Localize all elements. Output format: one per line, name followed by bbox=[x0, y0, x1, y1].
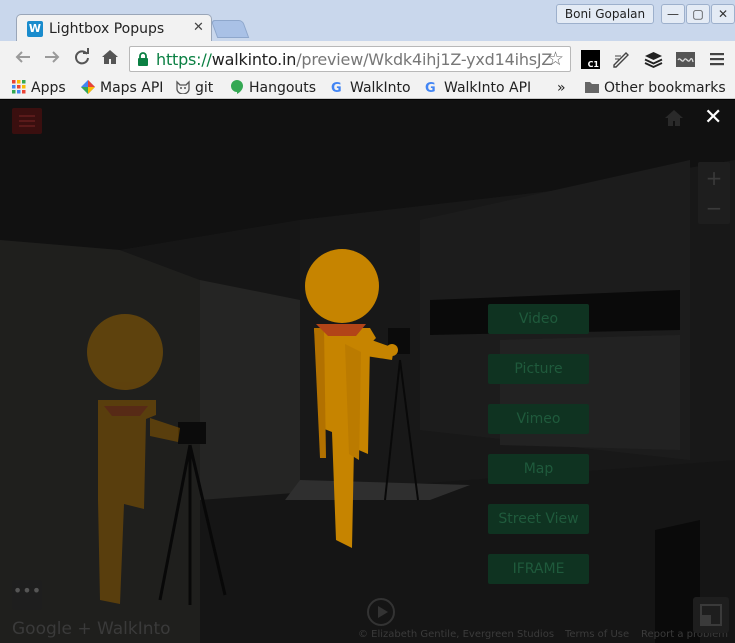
google-icon: G bbox=[331, 81, 342, 96]
fullscreen-icon[interactable] bbox=[693, 597, 729, 633]
bookmarks-bar: Apps Maps API git Hangouts G WalkInto G Wa… bbox=[0, 77, 735, 99]
zoom-in-button[interactable]: + bbox=[698, 166, 730, 190]
lock-icon bbox=[138, 52, 148, 66]
bookmark-hangouts[interactable]: Hangouts bbox=[230, 79, 316, 97]
extension-layers-icon[interactable] bbox=[644, 50, 663, 69]
picture-button[interactable]: Picture bbox=[488, 354, 589, 384]
back-icon[interactable] bbox=[12, 48, 34, 70]
browser-tab[interactable]: W Lightbox Popups ✕ bbox=[16, 14, 212, 42]
menu-icon[interactable] bbox=[709, 50, 725, 68]
google-icon: G bbox=[425, 81, 436, 96]
brand-logo: Google + WalkInto bbox=[12, 619, 171, 639]
lightbox-home-icon[interactable] bbox=[664, 109, 684, 127]
video-button[interactable]: Video bbox=[488, 304, 589, 334]
extension-pen-icon[interactable] bbox=[612, 50, 631, 69]
walkinto-favicon-icon: W bbox=[27, 21, 43, 37]
street-view-button[interactable]: Street View bbox=[488, 504, 589, 534]
bookmark-star-icon[interactable]: ☆ bbox=[547, 48, 564, 70]
bookmark-walkinto[interactable]: G WalkInto bbox=[331, 79, 411, 97]
play-icon[interactable] bbox=[367, 598, 395, 626]
github-cat-icon bbox=[176, 80, 190, 94]
window-close-button[interactable]: ✕ bbox=[711, 4, 735, 24]
bookmark-apps[interactable]: Apps bbox=[12, 79, 66, 97]
attribution-text: © Elizabeth Gentile, Evergreen Studios bbox=[358, 629, 555, 640]
home-button-icon[interactable] bbox=[99, 48, 121, 70]
reload-icon[interactable] bbox=[71, 48, 93, 70]
forward-icon[interactable] bbox=[41, 48, 63, 70]
lightbox-close-button[interactable]: ✕ bbox=[704, 105, 722, 130]
vimeo-button[interactable]: Vimeo bbox=[488, 404, 589, 434]
apps-grid-icon bbox=[12, 80, 26, 94]
street-view-lightbox[interactable]: ✕ + − Video Picture Vimeo Map Street Vie… bbox=[0, 100, 735, 643]
lightbox-menu-button[interactable] bbox=[12, 108, 42, 134]
address-bar[interactable]: https://walkinto.in/preview/Wkdk4ihj1Z-y… bbox=[129, 46, 571, 72]
bookmark-maps-api[interactable]: Maps API bbox=[81, 79, 163, 97]
iframe-button[interactable]: IFRAME bbox=[488, 554, 589, 584]
url-text: https://walkinto.in/preview/Wkdk4ihj1Z-y… bbox=[156, 50, 553, 69]
bookmark-git[interactable]: git bbox=[176, 79, 213, 97]
maximize-button[interactable]: ▢ bbox=[686, 4, 710, 24]
more-options-button[interactable]: ••• bbox=[12, 580, 42, 610]
hangouts-icon bbox=[231, 80, 243, 94]
other-bookmarks-folder[interactable]: Other bookmarks bbox=[585, 79, 726, 97]
zoom-control: + − bbox=[698, 162, 730, 224]
map-button[interactable]: Map bbox=[488, 454, 589, 484]
terms-link[interactable]: Terms of Use bbox=[565, 629, 629, 640]
bookmarks-overflow-button[interactable]: » bbox=[557, 79, 566, 97]
extension-wave-icon[interactable] bbox=[676, 50, 695, 69]
browser-titlebar: W Lightbox Popups ✕ Boni Gopalan — ▢ ✕ bbox=[0, 0, 735, 42]
tab-close-icon[interactable]: ✕ bbox=[193, 20, 204, 35]
browser-toolbar: https://walkinto.in/preview/Wkdk4ihj1Z-y… bbox=[0, 41, 735, 77]
maps-icon bbox=[81, 80, 95, 94]
minimize-button[interactable]: — bbox=[661, 4, 685, 24]
dim-overlay bbox=[0, 100, 735, 643]
zoom-out-button[interactable]: − bbox=[698, 196, 730, 220]
profile-name-button[interactable]: Boni Gopalan bbox=[556, 4, 654, 24]
extension-c1-icon[interactable]: C1 bbox=[581, 50, 600, 69]
folder-icon bbox=[585, 82, 599, 93]
new-tab-button[interactable] bbox=[210, 20, 250, 38]
bookmark-walkinto-api[interactable]: G WalkInto API bbox=[425, 79, 531, 97]
tab-title: Lightbox Popups bbox=[49, 21, 165, 37]
